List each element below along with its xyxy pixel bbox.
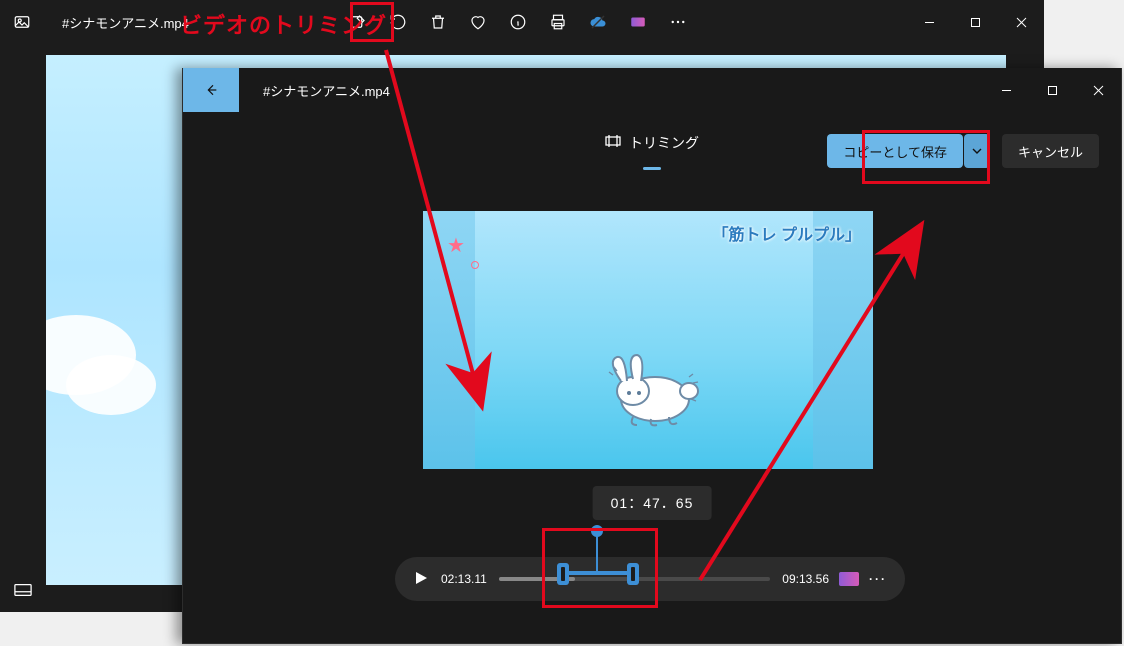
- photos-window-buttons: [906, 0, 1044, 44]
- favorite-icon[interactable]: [459, 3, 497, 41]
- minimize-icon[interactable]: [906, 0, 952, 44]
- star-deco-icon: ★: [447, 233, 465, 258]
- photos-title: #シナモンアニメ.mp4: [44, 13, 189, 32]
- bunny-character: [603, 351, 713, 431]
- back-button[interactable]: [183, 68, 239, 112]
- trim-text: トリミング: [629, 133, 699, 153]
- maximize-icon[interactable]: [1029, 68, 1075, 112]
- maximize-icon[interactable]: [952, 0, 998, 44]
- editor-window-buttons: [983, 68, 1121, 112]
- info-icon[interactable]: [499, 3, 537, 41]
- editor-titlebar: #シナモンアニメ.mp4: [183, 68, 1121, 112]
- close-icon[interactable]: [1075, 68, 1121, 112]
- clipchamp-icon[interactable]: [839, 572, 859, 586]
- more-icon[interactable]: [659, 3, 697, 41]
- trim-icon: [605, 134, 621, 151]
- cancel-button[interactable]: キャンセル: [1002, 134, 1099, 168]
- close-icon[interactable]: [998, 0, 1044, 44]
- cloud-icon[interactable]: [579, 3, 617, 41]
- more-icon[interactable]: ···: [869, 572, 887, 586]
- editor-title: #シナモンアニメ.mp4: [239, 81, 983, 100]
- clipchamp-icon[interactable]: [619, 3, 657, 41]
- filmstrip-toggle-icon[interactable]: [0, 568, 46, 612]
- preview-caption: 「筋トレ プルプル」: [713, 221, 861, 245]
- time-display: 01：47．65: [593, 486, 712, 520]
- circle-deco-icon: [471, 261, 479, 269]
- start-time: 02:13.11: [441, 572, 487, 586]
- trim-mode-label: トリミング: [605, 133, 699, 170]
- photos-titlebar: #シナモンアニメ.mp4: [0, 0, 1044, 44]
- annotation-box-handles: [542, 528, 658, 608]
- end-time: 09:13.56: [782, 572, 829, 586]
- print-icon[interactable]: [539, 3, 577, 41]
- video-preview: 「筋トレ プルプル」 ★: [423, 211, 873, 469]
- photos-toolbar: [339, 3, 906, 41]
- play-icon[interactable]: [413, 570, 429, 589]
- annotation-box-save: [862, 130, 990, 184]
- annotation-box-edit: [350, 2, 394, 42]
- delete-icon[interactable]: [419, 3, 457, 41]
- photos-app-icon: [0, 13, 44, 31]
- minimize-icon[interactable]: [983, 68, 1029, 112]
